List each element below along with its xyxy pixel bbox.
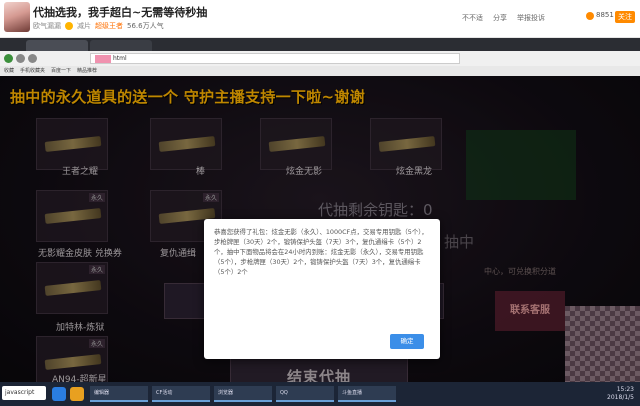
level-badge: 减片 (77, 22, 91, 30)
dialog-message: 恭喜您获得了礼包：炫金无影（永久）、1000CF点，交易专用钥匙（5个），步枪牌… (214, 228, 428, 276)
app-icon[interactable] (52, 387, 66, 401)
bookmark-item[interactable]: 百度一下 (51, 67, 71, 74)
refresh-icon[interactable] (28, 54, 37, 63)
room-header: 代抽选我，我手超白~无需等待秒抽 欧气漏漏 减片 超级王者 56.6万人气 不不… (0, 0, 640, 38)
follower-counter: 8851 (586, 11, 614, 20)
host-name[interactable]: 欧气漏漏 (33, 21, 61, 31)
browser-toolbar: html (0, 51, 640, 66)
url-mosaic (95, 55, 111, 63)
prize-dialog: 恭喜您获得了礼包：炫金无影（永久）、1000CF点，交易专用钥匙（5个），步枪牌… (204, 219, 440, 359)
bookmark-bar: 收藏 手机收藏夹 百度一下 精品推荐 (0, 66, 640, 76)
app-icon[interactable] (70, 387, 84, 401)
address-text: html (113, 55, 127, 62)
clock-time: 15:23 (616, 386, 634, 393)
address-bar[interactable]: html (90, 53, 460, 64)
noble-badge: 超级王者 (95, 22, 123, 30)
system-clock[interactable]: 15:23 2018/1/5 (607, 386, 634, 402)
modal-backdrop: 恭喜您获得了礼包：炫金无影（永久）、1000CF点，交易专用钥匙（5个），步枪牌… (0, 76, 640, 382)
stream-video[interactable]: html 收藏 手机收藏夹 百度一下 精品推荐 抽中的永久道具的送一个 守护主播… (0, 38, 640, 382)
taskbar-window[interactable]: CF活动 (152, 386, 210, 402)
header-actions: 不不适 分享 举报投诉 (462, 13, 545, 23)
dislike-button[interactable]: 不不适 (462, 13, 483, 23)
browser-tab[interactable] (26, 40, 88, 51)
share-button[interactable]: 分享 (493, 13, 507, 23)
browser-logo-icon (4, 54, 13, 63)
taskbar-window[interactable]: 浏览器 (214, 386, 272, 402)
clock-date: 2018/1/5 (607, 394, 634, 401)
bookmark-item[interactable]: 收藏 (4, 67, 14, 74)
browser-tab[interactable] (90, 40, 152, 51)
report-button[interactable]: 举报投诉 (517, 13, 545, 23)
host-avatar[interactable] (4, 2, 30, 32)
level-icon (65, 22, 73, 30)
taskbar-window[interactable]: QQ (276, 386, 334, 402)
room-title: 代抽选我，我手超白~无需等待秒抽 (33, 6, 208, 19)
confirm-button[interactable]: 确定 (390, 334, 424, 349)
back-icon[interactable] (16, 54, 25, 63)
taskbar-window[interactable]: 斗鱼直播 (338, 386, 396, 402)
host-info: 欧气漏漏 减片 超级王者 56.6万人气 (33, 21, 164, 31)
popularity-count: 56.6万人气 (127, 22, 164, 30)
taskbar-search[interactable]: javascript (2, 386, 46, 400)
taskbar-window[interactable]: 编辑器 (90, 386, 148, 402)
follow-button[interactable]: 关注 (615, 11, 635, 23)
bookmark-item[interactable]: 精品推荐 (77, 67, 97, 74)
bookmark-item[interactable]: 手机收藏夹 (20, 67, 45, 74)
windows-taskbar: javascript 编辑器 CF活动 浏览器 QQ 斗鱼直播 15:23 20… (0, 382, 640, 406)
browser-tab-strip (0, 38, 640, 51)
